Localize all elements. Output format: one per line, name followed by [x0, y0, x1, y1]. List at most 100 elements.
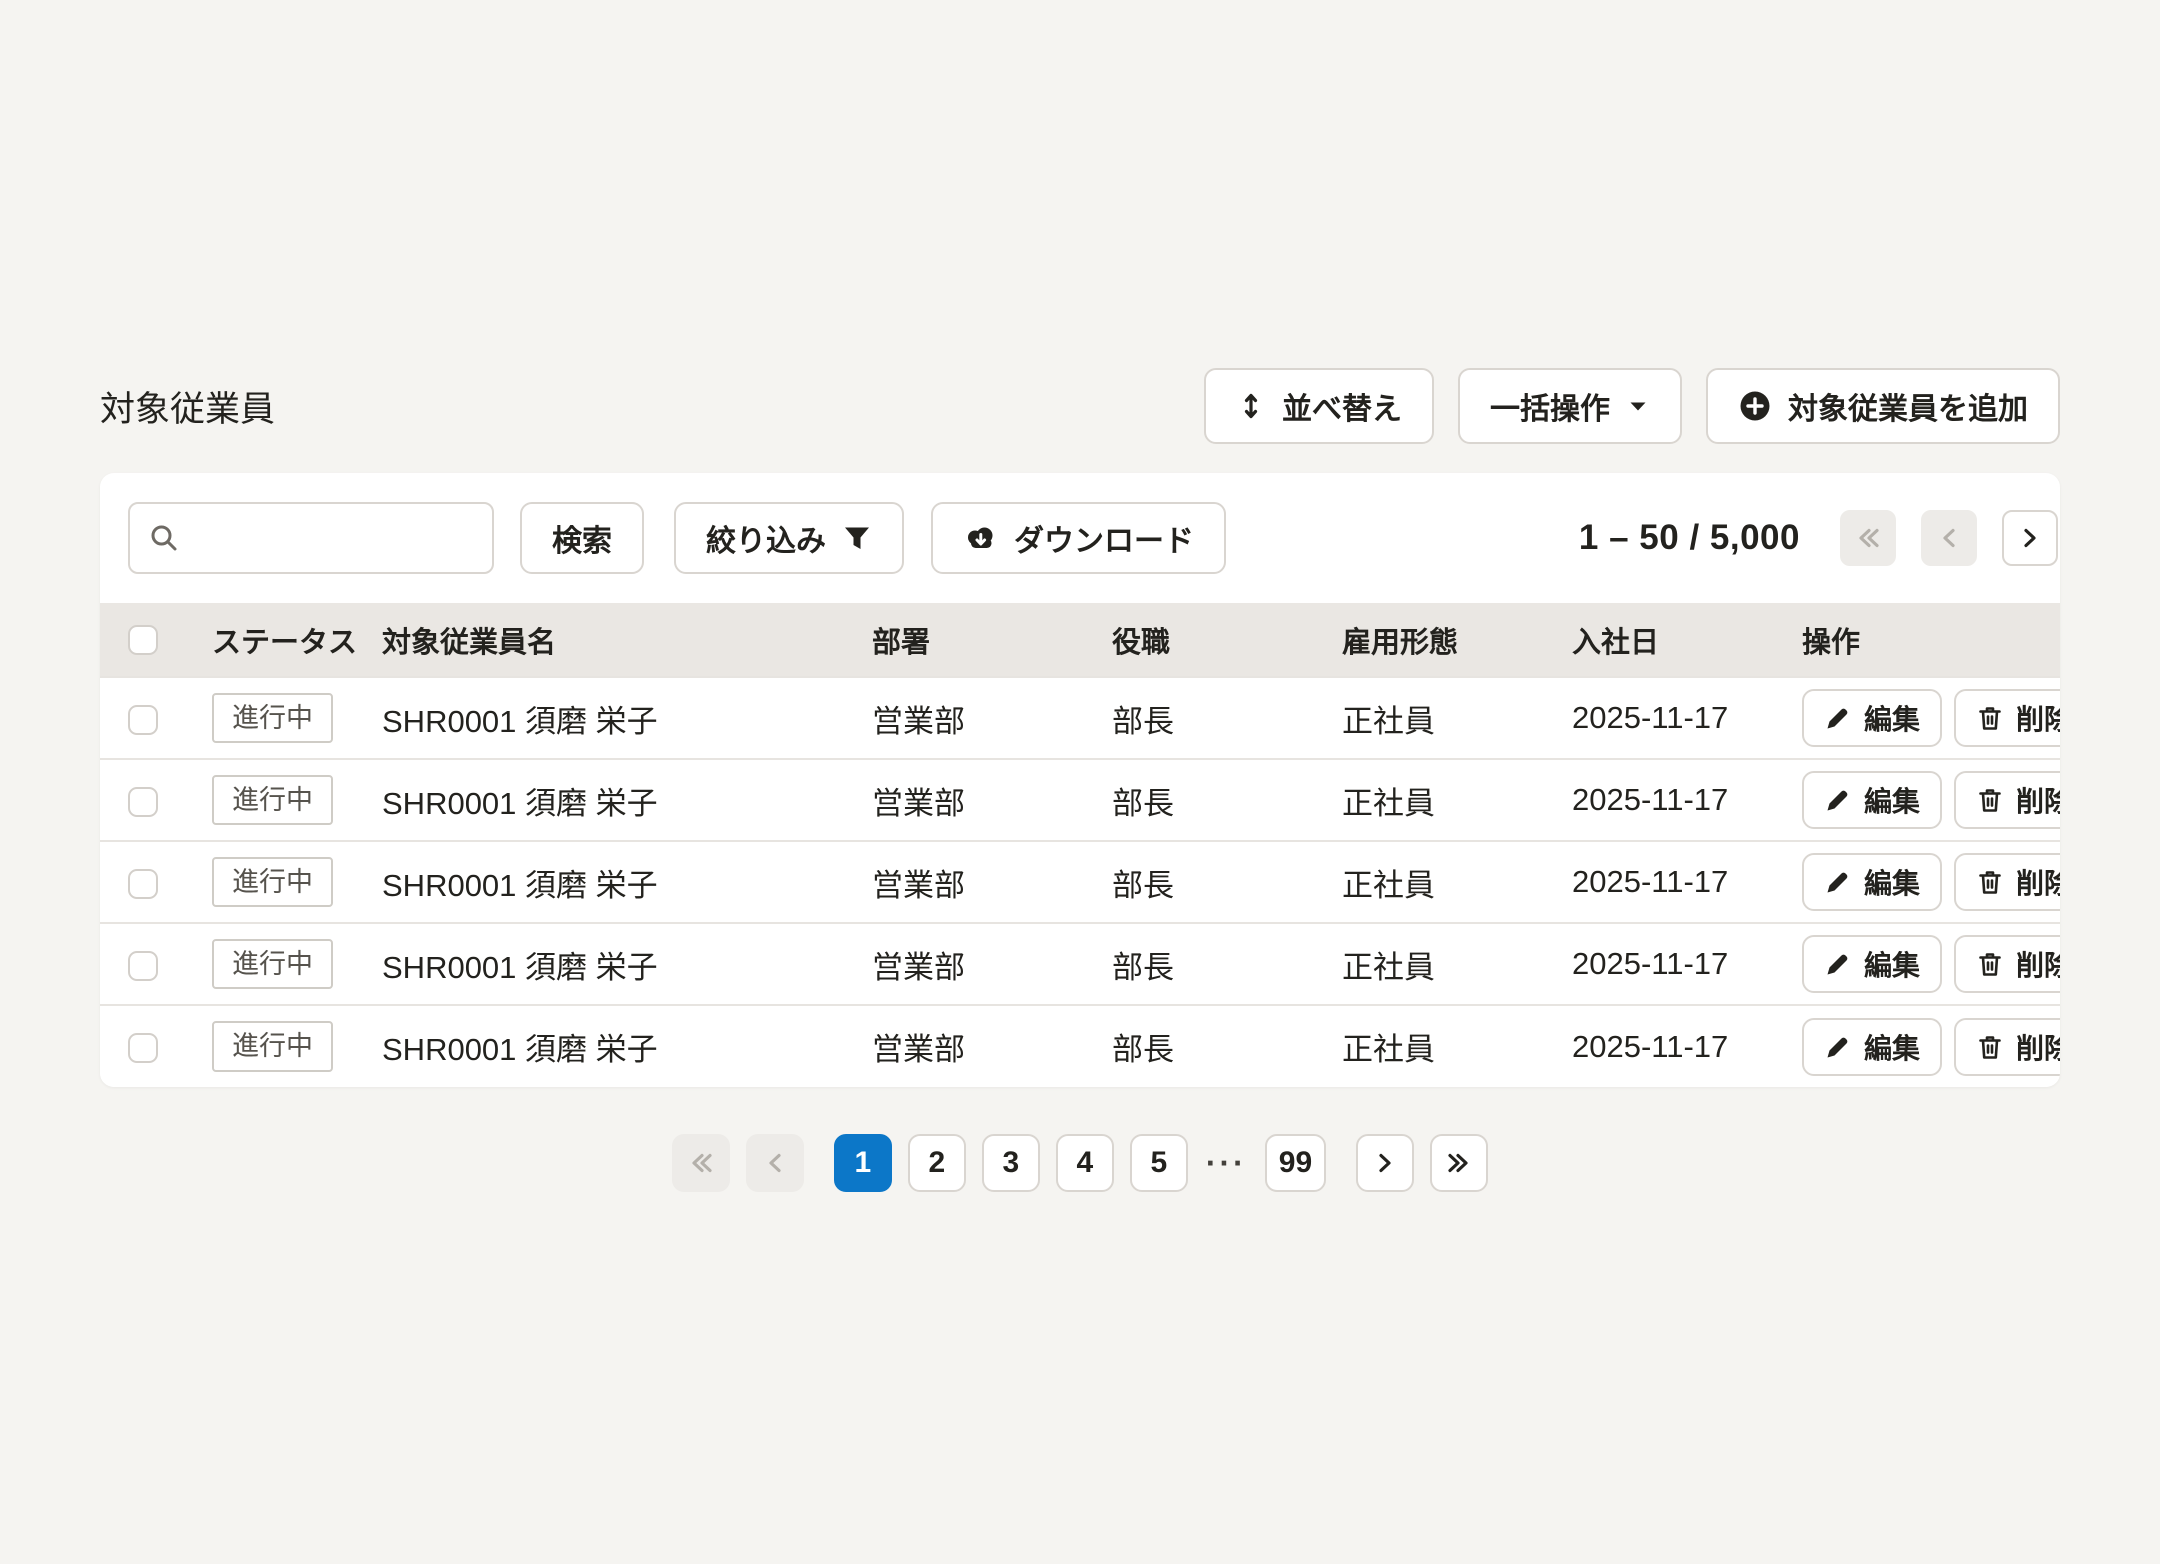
- result-range: 1 – 50 / 5,000: [1579, 518, 1800, 558]
- trash-icon: [1976, 868, 2004, 896]
- chevron-left-icon: [760, 1148, 790, 1178]
- last-page-button[interactable]: [1430, 1134, 1488, 1192]
- plus-circle-icon: [1738, 389, 1772, 423]
- row-actions: 編集 削除: [1802, 935, 2060, 993]
- filter-button[interactable]: 絞り込み: [674, 502, 904, 574]
- employee-employment-type: 正社員: [1342, 759, 1572, 841]
- chevron-right-icon: [1370, 1148, 1400, 1178]
- delete-button-label: 削除: [2016, 944, 2060, 984]
- cloud-download-icon: [963, 523, 998, 553]
- double-chevron-right-icon: [1444, 1148, 1474, 1178]
- edit-button[interactable]: 編集: [1802, 1018, 1942, 1076]
- row-actions: 編集 削除: [1802, 853, 2060, 911]
- title-row: 対象従業員 並べ替え 一括操作 対象従業員を追加: [100, 368, 2060, 444]
- add-employee-button[interactable]: 対象従業員を追加: [1706, 368, 2060, 444]
- employee-role: 部長: [1112, 759, 1342, 841]
- row-checkbox[interactable]: [128, 951, 158, 981]
- employee-hire-date: 2025-11-17: [1572, 923, 1802, 1005]
- table-header-row: ステータス 対象従業員名 部署 役職 雇用形態 入社日 操作: [100, 603, 2060, 677]
- chevron-left-icon: [1934, 523, 1964, 553]
- employee-hire-date: 2025-11-17: [1572, 841, 1802, 923]
- trash-icon: [1976, 1033, 2004, 1061]
- column-header-name: 対象従業員名: [382, 603, 872, 677]
- edit-button[interactable]: 編集: [1802, 771, 1942, 829]
- status-badge: 進行中: [212, 1021, 333, 1071]
- trash-icon: [1976, 950, 2004, 978]
- delete-button-label: 削除: [2016, 862, 2060, 902]
- page-button-2[interactable]: 2: [908, 1134, 966, 1192]
- status-badge: 進行中: [212, 775, 333, 825]
- edit-button-label: 編集: [1864, 780, 1920, 820]
- select-all-checkbox[interactable]: [128, 625, 158, 655]
- row-actions: 編集 削除: [1802, 1018, 2060, 1076]
- column-header-hired: 入社日: [1572, 603, 1802, 677]
- row-actions: 編集 削除: [1802, 771, 2060, 829]
- employee-department: 営業部: [872, 759, 1112, 841]
- employee-department: 営業部: [872, 923, 1112, 1005]
- edit-button-label: 編集: [1864, 698, 1920, 738]
- trash-icon: [1976, 786, 2004, 814]
- download-button[interactable]: ダウンロード: [931, 502, 1226, 574]
- search-button-label: 検索: [552, 516, 612, 560]
- title-actions: 並べ替え 一括操作 対象従業員を追加: [1204, 368, 2060, 444]
- row-checkbox[interactable]: [128, 1033, 158, 1063]
- sort-button[interactable]: 並べ替え: [1204, 368, 1434, 444]
- double-chevron-left-icon: [1853, 523, 1883, 553]
- employee-employment-type: 正社員: [1342, 841, 1572, 923]
- edit-button-label: 編集: [1864, 862, 1920, 902]
- row-checkbox[interactable]: [128, 787, 158, 817]
- delete-button[interactable]: 削除: [1954, 853, 2060, 911]
- filter-button-label: 絞り込み: [706, 516, 826, 560]
- table-row: 進行中 SHR0001 須磨 栄子 営業部 部長 正社員 2025-11-17 …: [100, 841, 2060, 923]
- bulk-actions-label: 一括操作: [1490, 384, 1610, 428]
- delete-button[interactable]: 削除: [1954, 771, 2060, 829]
- first-page-button-top: [1840, 510, 1896, 566]
- edit-button[interactable]: 編集: [1802, 853, 1942, 911]
- employee-table: ステータス 対象従業員名 部署 役職 雇用形態 入社日 操作 進行中 SHR00…: [100, 603, 2060, 1087]
- pencil-icon: [1824, 868, 1852, 896]
- employee-hire-date: 2025-11-17: [1572, 677, 1802, 759]
- delete-button[interactable]: 削除: [1954, 935, 2060, 993]
- bottom-pagination: 1 2 3 4 5 ··· 99: [0, 1134, 2160, 1192]
- edit-button[interactable]: 編集: [1802, 935, 1942, 993]
- page-button-3[interactable]: 3: [982, 1134, 1040, 1192]
- page-title: 対象従業員: [100, 381, 275, 432]
- prev-page-button: [746, 1134, 804, 1192]
- delete-button[interactable]: 削除: [1954, 1018, 2060, 1076]
- employee-name: SHR0001 須磨 栄子: [382, 677, 872, 759]
- table-body: 進行中 SHR0001 須磨 栄子 営業部 部長 正社員 2025-11-17 …: [100, 677, 2060, 1087]
- pagination-ellipsis: ···: [1204, 1145, 1249, 1182]
- page-button-99[interactable]: 99: [1265, 1134, 1326, 1192]
- search-button[interactable]: 検索: [520, 502, 644, 574]
- search-input[interactable]: [128, 502, 494, 574]
- trash-icon: [1976, 704, 2004, 732]
- employee-name: SHR0001 須磨 栄子: [382, 841, 872, 923]
- page-button-1[interactable]: 1: [834, 1134, 892, 1192]
- row-checkbox[interactable]: [128, 869, 158, 899]
- page-button-4[interactable]: 4: [1056, 1134, 1114, 1192]
- employee-name: SHR0001 須磨 栄子: [382, 923, 872, 1005]
- employee-role: 部長: [1112, 841, 1342, 923]
- delete-button[interactable]: 削除: [1954, 689, 2060, 747]
- pencil-icon: [1824, 1033, 1852, 1061]
- next-page-button[interactable]: [1356, 1134, 1414, 1192]
- column-header-status: ステータス: [212, 603, 382, 677]
- delete-button-label: 削除: [2016, 1027, 2060, 1067]
- table-row: 進行中 SHR0001 須磨 栄子 営業部 部長 正社員 2025-11-17 …: [100, 677, 2060, 759]
- edit-button[interactable]: 編集: [1802, 689, 1942, 747]
- download-button-label: ダウンロード: [1014, 516, 1194, 560]
- first-page-button: [672, 1134, 730, 1192]
- employee-role: 部長: [1112, 1005, 1342, 1087]
- employee-employment-type: 正社員: [1342, 923, 1572, 1005]
- row-checkbox[interactable]: [128, 705, 158, 735]
- delete-button-label: 削除: [2016, 698, 2060, 738]
- page-button-5[interactable]: 5: [1130, 1134, 1188, 1192]
- next-page-button-top[interactable]: [2002, 510, 2058, 566]
- employee-table-card: 検索 絞り込み ダウンロード: [100, 473, 2060, 1087]
- table-toolbar: 検索 絞り込み ダウンロード: [100, 473, 2060, 603]
- bulk-actions-button[interactable]: 一括操作: [1458, 368, 1682, 444]
- employee-department: 営業部: [872, 1005, 1112, 1087]
- status-badge: 進行中: [212, 857, 333, 907]
- chevron-down-icon: [1626, 394, 1650, 418]
- employee-name: SHR0001 須磨 栄子: [382, 1005, 872, 1087]
